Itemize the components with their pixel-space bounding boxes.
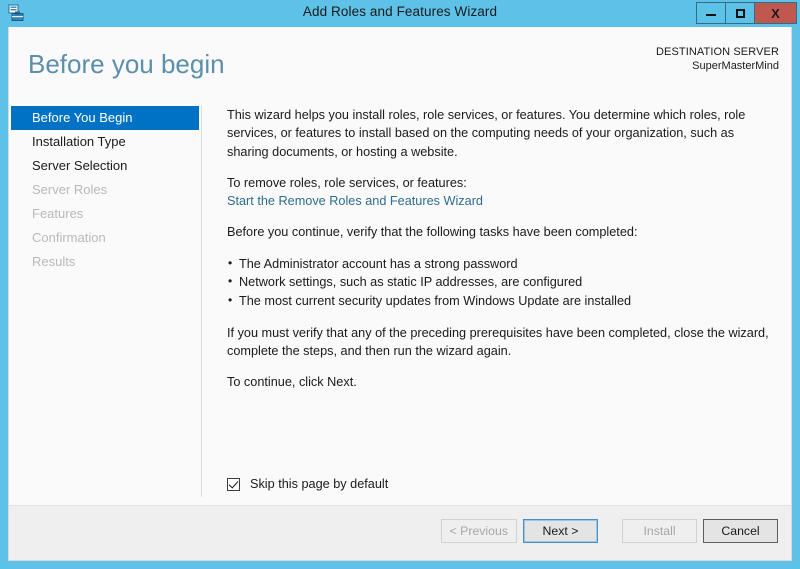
prerequisite-list: The Administrator account has a strong p…	[227, 254, 777, 311]
nav-item-server-roles: Server Roles	[32, 182, 108, 197]
skip-page-checkbox-label: Skip this page by default	[250, 477, 389, 491]
continue-note-paragraph: To continue, click Next.	[227, 375, 357, 390]
tasks-intro-paragraph: Before you continue, verify that the fol…	[227, 225, 638, 240]
page-title: Before you begin	[28, 49, 225, 79]
skip-page-checkbox[interactable]	[227, 477, 240, 491]
content-pane: This wizard helps you install roles, rol…	[201, 99, 791, 505]
close-button[interactable]: X	[754, 2, 797, 24]
list-item: The most current security updates from W…	[227, 291, 777, 311]
list-item: Network settings, such as static IP addr…	[227, 272, 777, 292]
wizard-window: Add Roles and Features Wizard X Before y…	[0, 0, 800, 569]
nav-item-server-selection[interactable]: Server Selection	[11, 154, 199, 178]
maximize-icon	[735, 8, 745, 18]
wizard-buttons: < Previous Next > Install Cancel	[440, 519, 778, 543]
remove-intro-paragraph: To remove roles, role services, or featu…	[227, 175, 467, 190]
destination-server: DESTINATION SERVER SuperMasterMind	[656, 45, 779, 73]
nav-item-confirmation: Confirmation	[32, 230, 106, 245]
window-title: Add Roles and Features Wizard	[302, 4, 498, 19]
nav-item-before-you-begin[interactable]: Before You Begin	[11, 106, 199, 130]
previous-button: < Previous	[440, 519, 517, 543]
minimize-button[interactable]	[696, 2, 725, 24]
minimize-icon	[706, 14, 716, 16]
page-header: Before you begin DESTINATION SERVER Supe…	[9, 27, 791, 99]
footer-bar: < Previous Next > Install Cancel	[9, 505, 791, 560]
destination-server-value: SuperMasterMind	[692, 60, 779, 72]
remove-roles-wizard-link[interactable]: Start the Remove Roles and Features Wiza…	[227, 192, 483, 210]
maximize-button[interactable]	[725, 2, 754, 24]
skip-page-checkbox-row[interactable]: Skip this page by default	[227, 477, 388, 491]
window-controls: X	[696, 2, 797, 24]
install-button: Install	[622, 519, 697, 543]
client-area: Before you begin DESTINATION SERVER Supe…	[8, 27, 792, 561]
nav-item-results: Results	[32, 254, 76, 269]
list-item: The Administrator account has a strong p…	[227, 254, 777, 274]
wizard-navigation: Before You Begin Installation Type Serve…	[9, 99, 202, 505]
verify-note-paragraph: If you must verify that any of the prece…	[227, 325, 769, 358]
next-button[interactable]: Next >	[523, 519, 598, 543]
nav-item-installation-type[interactable]: Installation Type	[11, 130, 199, 154]
destination-server-label: DESTINATION SERVER	[655, 46, 779, 58]
body-area: Before You Begin Installation Type Serve…	[9, 99, 791, 505]
nav-item-features: Features	[32, 206, 84, 221]
intro-paragraph: This wizard helps you install roles, rol…	[227, 108, 746, 159]
title-bar: Add Roles and Features Wizard X	[0, 0, 800, 27]
cancel-button[interactable]: Cancel	[703, 519, 778, 543]
